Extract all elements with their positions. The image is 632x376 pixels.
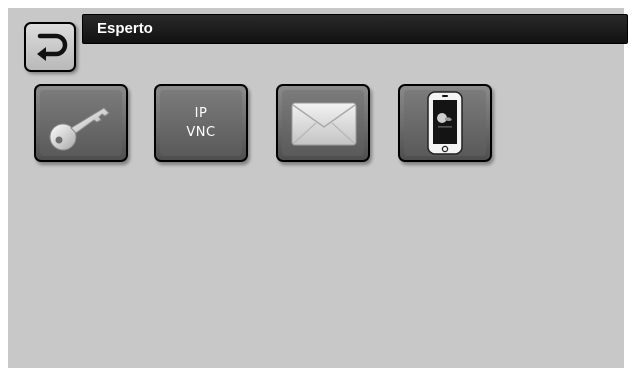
- envelope-icon: [291, 102, 357, 146]
- ip-vnc-button[interactable]: IP VNC: [154, 84, 248, 162]
- title-bar: Esperto: [82, 14, 628, 44]
- screen: Esperto IP VNC: [8, 8, 628, 368]
- ip-vnc-label: IP VNC: [156, 104, 246, 142]
- smartphone-icon: [427, 91, 463, 155]
- key-button[interactable]: [34, 84, 128, 162]
- mobile-button[interactable]: [398, 84, 492, 162]
- back-button[interactable]: [24, 22, 76, 72]
- back-arrow-icon: [37, 33, 68, 61]
- key-icon: [49, 107, 110, 151]
- page-title: Esperto: [97, 20, 153, 37]
- email-button[interactable]: [276, 84, 370, 162]
- ip-label: IP: [194, 106, 208, 121]
- vnc-label: VNC: [186, 125, 216, 140]
